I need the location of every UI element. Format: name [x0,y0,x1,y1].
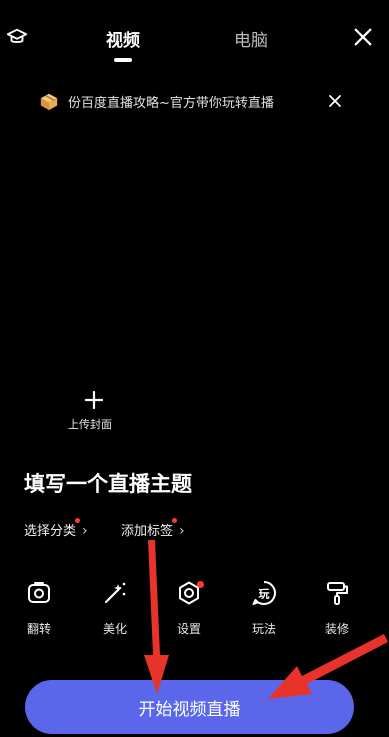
tool-label: 装修 [324,622,349,636]
tool-label: 翻转 [26,622,51,636]
close-icon[interactable] [352,26,374,48]
upload-cover-button[interactable]: 上传封面 [64,390,126,438]
flip-camera-icon [28,582,50,603]
graduation-cap-icon[interactable] [6,26,28,48]
tool-label: 美化 [102,622,127,636]
tab-video[interactable]: 视频 [106,26,140,51]
upload-cover-label: 上传封面 [68,418,112,431]
settings-badge [197,581,204,588]
gift-box-icon [40,93,58,111]
tool-flip[interactable]: 翻转 [14,580,64,640]
tips-banner[interactable]: 份百度直播攻略~官方带你玩转直播 [38,88,368,114]
plus-icon [84,390,104,410]
live-title-input[interactable]: 填写一个直播主题 [24,468,192,498]
chevron-right-icon: › [82,523,88,539]
banner-close-icon[interactable] [328,94,342,108]
tool-play-mode[interactable]: 玩 玩法 [239,580,289,640]
tag-badge [172,518,178,523]
tool-decorate[interactable]: 装修 [312,580,362,640]
tool-label: 设置 [176,622,201,636]
play-mode-icon: 玩 [252,581,276,605]
active-tab-indicator [114,58,132,62]
select-category-button[interactable]: 选择分类 › [24,518,88,539]
tool-settings[interactable]: 设置 [164,580,214,640]
add-tag-label: 添加标签 [121,524,174,539]
category-badge [75,518,81,523]
banner-text: 份百度直播攻略~官方带你玩转直播 [68,96,274,111]
svg-text:玩: 玩 [259,588,270,601]
start-live-button[interactable]: 开始视频直播 [25,680,354,734]
add-tag-button[interactable]: 添加标签 › [121,518,185,539]
tool-bar: 翻转 美化 设置 玩 玩法 装修 [0,580,389,640]
magic-wand-icon [104,582,126,604]
paint-roller-icon [327,582,348,605]
top-bar: 视频 电脑 [0,0,389,78]
tab-pc[interactable]: 电脑 [234,26,268,51]
tool-label: 玩法 [251,622,276,636]
chevron-right-icon: › [179,523,185,539]
tool-beautify[interactable]: 美化 [90,580,140,640]
select-category-label: 选择分类 [24,524,77,539]
